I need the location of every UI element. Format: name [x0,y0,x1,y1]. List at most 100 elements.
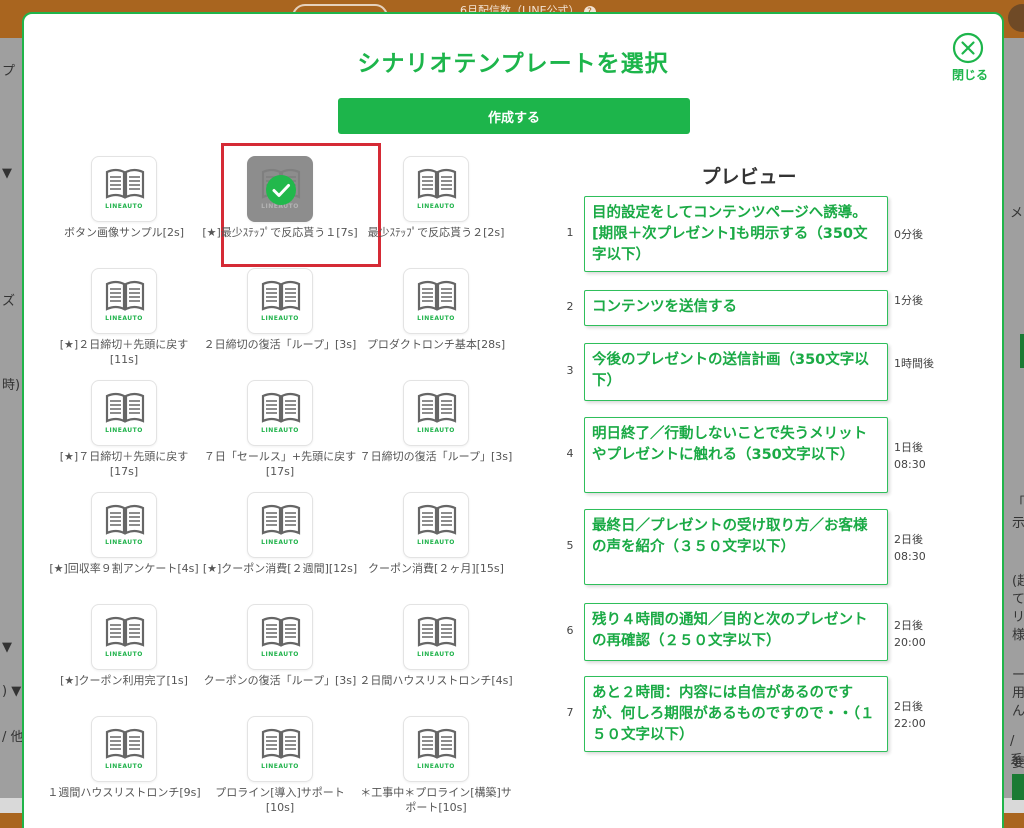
background-left-text: ズ [2,294,16,309]
brand-mark: LINEAUTO [417,427,455,434]
template-thumbnail[interactable]: LINEAUTO [91,716,157,782]
background-right-text: ん [1012,704,1024,719]
template-thumbnail[interactable]: LINEAUTO [403,604,469,670]
step-number: 6 [566,624,574,637]
book-icon [417,280,457,311]
template-item[interactable]: LINEAUTO クーポン消費[２ヶ月][15s] [358,492,514,604]
background-left-text: ) ▼ [2,684,22,699]
step-delay: 0分後 [894,228,923,241]
template-thumbnail[interactable]: LINEAUTO [403,268,469,334]
background-left-text: プ [2,64,16,79]
step-message: 残り４時間の通知／目的と次のプレゼントの再確認（２５０文字以下） [584,603,888,661]
template-label: [★]７日締切＋先頭に戻す[17s] [59,450,189,478]
close-circle-icon [952,32,984,64]
step-message: あと２時間：内容には自信があるのですが、何しろ期限があるものですので・・（１５０… [584,676,888,752]
template-thumbnail[interactable]: LINEAUTO [91,156,157,222]
background-right-text: ー [1012,668,1024,683]
step-delay: 1分後 [894,294,923,307]
template-label: 最少ｽﾃｯﾌﾟで反応貰う２[2s] [367,226,505,239]
book-icon [417,392,457,423]
background-right-text: (超 [1012,574,1024,589]
background-right-text: 示 [1012,516,1024,531]
brand-mark: LINEAUTO [261,427,299,434]
create-button[interactable]: 作成する [338,98,690,134]
template-label: [★]最少ｽﾃｯﾌﾟで反応貰う１[7s] [202,226,358,239]
template-thumbnail[interactable]: LINEAUTO [247,156,313,222]
template-thumbnail[interactable]: LINEAUTO [91,380,157,446]
template-item[interactable]: LINEAUTO ボタン画像サンプル[2s] [46,156,202,268]
step-number: 5 [566,539,574,552]
template-thumbnail[interactable]: LINEAUTO [247,716,313,782]
template-thumbnail[interactable]: LINEAUTO [91,604,157,670]
template-item[interactable]: LINEAUTO 最少ｽﾃｯﾌﾟで反応貰う２[2s] [358,156,514,268]
brand-mark: LINEAUTO [417,315,455,322]
template-thumbnail[interactable]: LINEAUTO [91,268,157,334]
step-message: 今後のプレゼントの送信計画（350文字以下） [584,343,888,401]
template-thumbnail[interactable]: LINEAUTO [91,492,157,558]
template-select-modal: シナリオテンプレートを選択 閉じる 作成する LINEAUTO ボタン画像サンプル… [22,12,1004,828]
book-icon [105,392,145,423]
brand-mark: LINEAUTO [261,539,299,546]
step-number: 1 [566,226,574,239]
template-item[interactable]: LINEAUTO [★]回収率９割アンケート[4s] [46,492,202,604]
avatar [1008,4,1024,32]
background-right-text: 要 [1012,756,1024,771]
background-right-text: 「あ [1012,496,1024,511]
template-item[interactable]: LINEAUTO ＊工事中＊プロライン[構築]サポート[10s] [358,716,514,828]
template-item[interactable]: LINEAUTO プロライン[導入]サポート[10s] [202,716,358,828]
step-delay: 2日後 20:00 [894,619,926,649]
background-left-text: 時) [2,378,21,393]
book-icon [417,616,457,647]
background-left-text: / 他 [2,730,24,745]
template-item[interactable]: LINEAUTO [★]７日締切＋先頭に戻す[17s] [46,380,202,492]
template-thumbnail[interactable]: LINEAUTO [247,604,313,670]
book-icon [105,504,145,535]
template-label: [★]クーポン消費[２週間][12s] [202,562,358,575]
brand-mark: LINEAUTO [417,203,455,210]
template-thumbnail[interactable]: LINEAUTO [247,492,313,558]
template-thumbnail[interactable]: LINEAUTO [247,268,313,334]
template-label: ７日「セールス」+先頭に戻す[17s] [203,450,357,478]
template-item[interactable]: LINEAUTO プロダクトロンチ基本[28s] [358,268,514,380]
template-label: ボタン画像サンプル[2s] [64,226,184,239]
template-item[interactable]: LINEAUTO [★]クーポン利用完了[1s] [46,604,202,716]
step-message: 明日終了／行動しないことで失うメリットやプレゼントに触れる（350文字以下） [584,417,888,493]
template-item[interactable]: LINEAUTO ２日間ハウスリストロンチ[4s] [358,604,514,716]
book-icon [261,616,301,647]
background-right-text: リ [1012,610,1024,625]
template-item[interactable]: LINEAUTO ７日「セールス」+先頭に戻す[17s] [202,380,358,492]
template-item[interactable]: LINEAUTO １週間ハウスリストロンチ[9s] [46,716,202,828]
step-number: 4 [566,447,574,460]
book-icon [105,728,145,759]
template-item[interactable]: LINEAUTO クーポンの復活「ループ」[3s] [202,604,358,716]
template-item[interactable]: LINEAUTO [★]最少ｽﾃｯﾌﾟで反応貰う１[7s] [202,156,358,268]
book-icon [417,504,457,535]
background-left-text: ▼ [2,166,12,181]
background-right-text: 様 [1012,628,1024,643]
template-thumbnail[interactable]: LINEAUTO [403,716,469,782]
close-button[interactable]: 閉じる [948,32,992,88]
step-message: 目的設定をしてコンテンツページへ誘導。[期限＋次プレゼント]も明示する（350文… [584,196,888,272]
template-label: [★]クーポン利用完了[1s] [60,674,188,687]
template-label: ７日締切の復活「ループ」[3s] [359,450,513,463]
book-icon [417,168,457,199]
step-message: 最終日／プレゼントの受け取り方／お客様の声を紹介（３５０文字以下） [584,509,888,585]
step-delay: 2日後 22:00 [894,700,926,730]
template-item[interactable]: LINEAUTO ７日締切の復活「ループ」[3s] [358,380,514,492]
template-label: クーポンの復活「ループ」[3s] [203,674,357,687]
close-label: 閉じる [951,68,988,82]
template-thumbnail[interactable]: LINEAUTO [403,380,469,446]
book-icon [417,728,457,759]
template-item[interactable]: LINEAUTO [★]クーポン消費[２週間][12s] [202,492,358,604]
template-thumbnail[interactable]: LINEAUTO [403,156,469,222]
template-label: [★]回収率９割アンケート[4s] [49,562,199,575]
template-label: ２日締切の復活「ループ」[3s] [203,338,357,351]
preview-title: プレビュー [701,166,797,188]
template-thumbnail[interactable]: LINEAUTO [403,492,469,558]
template-item[interactable]: LINEAUTO [★]２日締切＋先頭に戻す[11s] [46,268,202,380]
template-label: ＊工事中＊プロライン[構築]サポート[10s] [360,786,512,814]
template-thumbnail[interactable]: LINEAUTO [247,380,313,446]
template-item[interactable]: LINEAUTO ２日締切の復活「ループ」[3s] [202,268,358,380]
step-number: 7 [566,706,574,719]
background-right-text: 用 [1012,686,1024,701]
